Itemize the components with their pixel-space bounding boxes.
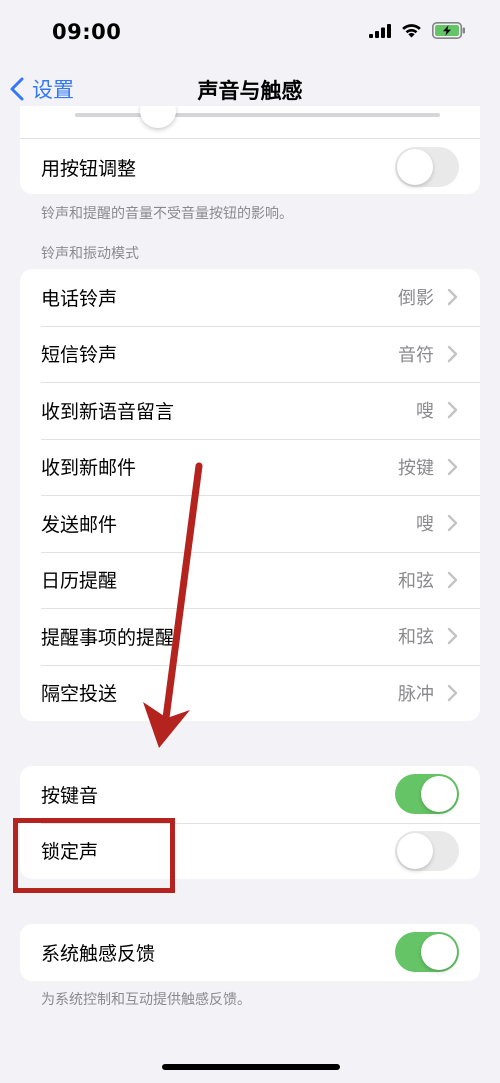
row-separator	[20, 138, 480, 139]
volume-group: 用按钮调整	[20, 106, 480, 194]
row-value: 嗖	[416, 401, 434, 423]
list-item-ringtone[interactable]: 电话铃声 倒影	[20, 269, 480, 326]
volume-slider[interactable]	[20, 106, 480, 128]
row-label: 日历提醒	[41, 570, 118, 593]
wifi-icon	[402, 24, 421, 38]
list-item-new-mail[interactable]: 收到新邮件 按键	[20, 438, 480, 496]
list-item-reminder-alerts[interactable]: 提醒事项的提醒 和弦	[20, 608, 480, 665]
list-item-text-tone[interactable]: 短信铃声 音符	[20, 325, 480, 383]
list-item-airdrop[interactable]: 隔空投送 脉冲	[20, 664, 480, 722]
cellular-signal-icon	[369, 23, 391, 38]
toggle-knob	[421, 776, 457, 813]
system-haptics-toggle[interactable]	[395, 932, 459, 973]
chevron-right-icon	[447, 515, 458, 532]
page-title: 声音与触感	[197, 79, 303, 103]
toggle-row-adjust-with-buttons[interactable]: 用按钮调整	[20, 139, 480, 194]
status-time: 09:00	[52, 20, 122, 44]
chevron-right-icon	[447, 628, 458, 645]
row-label: 隔空投送	[41, 683, 118, 706]
keyboard-clicks-toggle[interactable]	[395, 774, 459, 815]
volume-slider-thumb[interactable]	[140, 106, 176, 128]
toggle-row-system-haptics[interactable]: 系统触感反馈	[20, 924, 480, 981]
toggle-knob	[397, 149, 433, 185]
row-label: 收到新邮件	[41, 457, 137, 480]
row-label: 用按钮调整	[41, 157, 137, 180]
row-value: 倒影	[398, 288, 434, 310]
chevron-right-icon	[447, 684, 458, 701]
volume-slider-track	[75, 113, 440, 117]
chevron-right-icon	[447, 458, 458, 475]
row-label: 发送邮件	[41, 513, 118, 536]
row-label: 短信铃声	[41, 344, 118, 367]
lock-sound-toggle[interactable]	[395, 830, 459, 871]
toggle-row-keyboard-clicks[interactable]: 按键音	[20, 766, 480, 823]
row-value: 脉冲	[398, 683, 434, 705]
status-bar: 09:00	[0, 0, 500, 66]
section-header-sounds: 铃声和振动模式	[41, 246, 139, 262]
chevron-right-icon	[447, 402, 458, 419]
adjust-with-buttons-toggle[interactable]	[395, 147, 459, 187]
haptics-group: 系统触感反馈	[20, 924, 480, 981]
status-icons	[369, 22, 466, 39]
row-label: 电话铃声	[41, 287, 118, 310]
row-value: 按键	[398, 457, 434, 479]
chevron-right-icon	[447, 571, 458, 588]
list-item-sent-mail[interactable]: 发送邮件 嗖	[20, 495, 480, 552]
row-value: 和弦	[398, 627, 434, 649]
system-sounds-group: 按键音 锁定声	[20, 766, 480, 879]
toggle-knob	[397, 832, 433, 869]
row-label: 锁定声	[41, 841, 99, 864]
row-label: 提醒事项的提醒	[41, 626, 175, 649]
list-item-new-voicemail[interactable]: 收到新语音留言 嗖	[20, 382, 480, 439]
toggle-row-lock-sound[interactable]: 锁定声	[20, 822, 480, 880]
haptics-footnote: 为系统控制和互动提供触感反馈。	[41, 992, 251, 1008]
home-indicator	[162, 1064, 340, 1070]
toggle-knob	[421, 934, 457, 971]
volume-footnote: 铃声和提醒的音量不受音量按钮的影响。	[41, 206, 293, 222]
row-label: 系统触感反馈	[41, 942, 156, 965]
row-label: 按键音	[41, 784, 99, 807]
chevron-right-icon	[447, 345, 458, 362]
row-value: 和弦	[398, 570, 434, 592]
battery-charging-icon	[432, 22, 465, 39]
row-value: 嗖	[416, 514, 434, 536]
sounds-list: 电话铃声 倒影 短信铃声 音符 收到新语音留言 嗖 收到新邮件 按键 发送邮件 …	[20, 269, 480, 721]
chevron-right-icon	[447, 289, 458, 306]
row-value: 音符	[398, 344, 434, 366]
list-item-calendar-alerts[interactable]: 日历提醒 和弦	[20, 551, 480, 609]
row-label: 收到新语音留言	[41, 400, 175, 423]
